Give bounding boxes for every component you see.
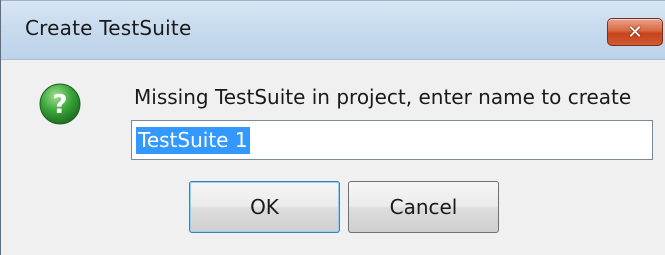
ok-button[interactable]: OK — [189, 181, 340, 233]
dialog-title: Create TestSuite — [25, 16, 192, 40]
cancel-button[interactable]: Cancel — [348, 181, 499, 233]
close-button[interactable]: ✕ — [607, 18, 663, 46]
close-icon: ✕ — [627, 21, 643, 43]
question-icon: ? — [39, 83, 81, 125]
create-testsuite-dialog: Create TestSuite ✕ ? Missing TestSuite i… — [0, 0, 665, 255]
testsuite-name-input[interactable]: TestSuite 1 — [131, 120, 653, 160]
title-bar[interactable]: Create TestSuite ✕ — [1, 0, 665, 60]
selected-input-text[interactable]: TestSuite 1 — [136, 127, 250, 154]
prompt-message: Missing TestSuite in project, enter name… — [134, 85, 632, 109]
svg-text:?: ? — [52, 90, 67, 120]
